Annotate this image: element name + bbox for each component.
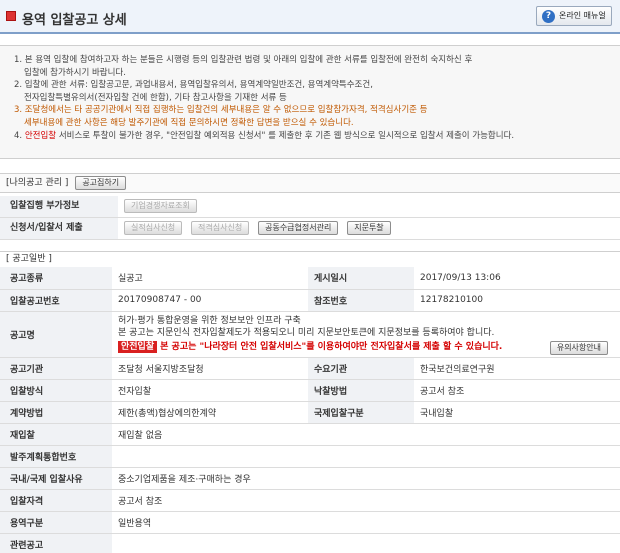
performance-review-button[interactable]: 실적심사신청	[124, 221, 183, 235]
award-method-value: 공고서 참조	[414, 379, 620, 402]
safe-bid-badge: 안전입찰	[118, 341, 158, 353]
company-competition-lookup-button[interactable]: 기업경쟁자료조회	[124, 199, 197, 213]
table-row: 공고명 허가·평가 통합운영을 위한 정보보안 인프라 구축 본 공고는 지문인…	[0, 311, 620, 358]
order-plan-number-value	[112, 445, 620, 468]
bid-reason-value: 중소기업제품을 제조·구매하는 경우	[112, 467, 620, 490]
safe-bid-notice: 본 공고는 "나라장터 안전 입찰서비스"를 이용하여야만 전자입찰서를 제출 …	[160, 342, 503, 352]
title-marker-icon	[6, 11, 16, 21]
safe-bid-text: 안전입찰	[24, 130, 57, 141]
notice-box: 1. 본 용역 입찰에 참여하고자 하는 분들은 시행령 등의 입찰관련 법령 …	[0, 45, 620, 159]
table-row: 재입찰 재입찰 없음	[0, 423, 620, 446]
page-title: 용역 입찰공고 상세	[22, 13, 127, 28]
table-row: 국내/국제 입찰사유 중소기업제품을 제조·구매하는 경우	[0, 467, 620, 490]
precautions-guide-button[interactable]: 유의사항안내	[549, 341, 608, 355]
reference-number-value: 12178210100	[414, 289, 620, 312]
my-notice-management: [나의공고 관리 ] 공고집하기	[0, 173, 620, 193]
notice-number-value: 20170908747 - 00	[112, 289, 308, 312]
notice-line: 1. 본 용역 입찰에 참여하고자 하는 분들은 시행령 등의 입찰관련 법령 …	[14, 55, 473, 65]
help-icon: ?	[542, 10, 555, 23]
notice-line: 세부내용에 관한 사항은 해당 발주기관에 직접 문의하시면 정확한 답변을 받…	[24, 117, 354, 128]
table-row: 용역구분 일반용역	[0, 511, 620, 534]
notice-line: 3. 조달청에서는 타 공공기관에서 직접 집행하는 입찰건의 세부내용은 알 …	[14, 105, 428, 116]
notice-line-4: 4. 안전입찰 서비스로 투찰이 불가한 경우, "안전입찰 예외적용 신청서"…	[14, 130, 515, 141]
exec-info-row: 입찰집행 부가정보 기업경쟁자료조회	[0, 196, 620, 218]
notice-line: 입찰에 참가하시기 바랍니다.	[24, 67, 126, 78]
rebid-value: 재입찰 없음	[112, 423, 620, 446]
safe-bid-line: 안전입찰 본 공고는 "나라장터 안전 입찰서비스"를 이용하여야만 전자입찰서를…	[118, 341, 620, 355]
notice-line: 전자입찰특별유의서(전자입찰 건에 한함), 기타 참고사항을 기재한 서류 등	[24, 92, 287, 103]
table-row: 관련공고	[0, 533, 620, 553]
exec-info-label: 입찰집행 부가정보	[0, 196, 118, 217]
notice-type-value: 실공고	[112, 267, 308, 290]
table-row: 발주계획통합번호	[0, 445, 620, 468]
notice-line: 2. 입찰에 관한 서류: 입찰공고문, 과업내용서, 용역입찰유의서, 용역계…	[14, 80, 373, 91]
notice-name-line: 본 공고는 지문인식 전자입찰제도가 적용되오니 미리 지문보안토큰에 지문정보…	[118, 328, 495, 338]
demand-org-value: 한국보건의료연구원	[414, 357, 620, 380]
table-row: 입찰자격 공고서 참조	[0, 489, 620, 512]
related-notice-value	[112, 533, 620, 553]
apply-row: 신청서/입찰서 제출 실적심사신청 적격심사신청 공동수급협정서관리 지문투찰	[0, 218, 620, 240]
joint-agreement-button[interactable]: 공동수급협정서관리	[258, 221, 339, 235]
online-manual-label: 온라인 매뉴얼	[559, 11, 606, 20]
intl-bid-type-value: 국내입찰	[414, 401, 620, 424]
page-header: 용역 입찰공고 상세 ? 온라인 매뉴얼	[0, 0, 620, 34]
bid-method-value: 전자입찰	[112, 379, 308, 402]
table-row: 공고기관 조달청 서울지방조달청 수요기관 한국보건의료연구원	[0, 357, 620, 380]
table-row: 입찰방식 전자입찰 낙찰방법 공고서 참조	[0, 379, 620, 402]
notice-name-cell: 허가·평가 통합운영을 위한 정보보안 인프라 구축 본 공고는 지문인식 전자…	[112, 311, 620, 358]
general-section-label: [ 공고일반 ]	[0, 251, 620, 267]
online-manual-button[interactable]: ? 온라인 매뉴얼	[536, 6, 612, 26]
fingerprint-bid-button[interactable]: 지문투찰	[347, 221, 391, 235]
table-row: 입찰공고번호 20170908747 - 00 참조번호 12178210100	[0, 289, 620, 312]
apply-label: 신청서/입찰서 제출	[0, 218, 118, 239]
add-to-my-notices-button[interactable]: 공고집하기	[75, 175, 127, 190]
table-row: 공고종류 실공고 게시일시 2017/09/13 13:06	[0, 267, 620, 290]
notice-name-line: 허가·평가 통합운영을 위한 정보보안 인프라 구축	[118, 316, 301, 326]
eligibility-review-button[interactable]: 적격심사신청	[191, 221, 250, 235]
posted-datetime-value: 2017/09/13 13:06	[414, 267, 620, 290]
general-info-table: 공고종류 실공고 게시일시 2017/09/13 13:06 입찰공고번호 20…	[0, 267, 620, 553]
contract-method-value: 제한(총액)협상에의한계약	[112, 401, 308, 424]
notice-org-value: 조달청 서울지방조달청	[112, 357, 308, 380]
qualification-value: 공고서 참조	[112, 489, 620, 512]
my-notice-label: [나의공고 관리 ]	[6, 178, 69, 188]
table-row: 계약방법 제한(총액)협상에의한계약 국제입찰구분 국내입찰	[0, 401, 620, 424]
service-type-value: 일반용역	[112, 511, 620, 534]
